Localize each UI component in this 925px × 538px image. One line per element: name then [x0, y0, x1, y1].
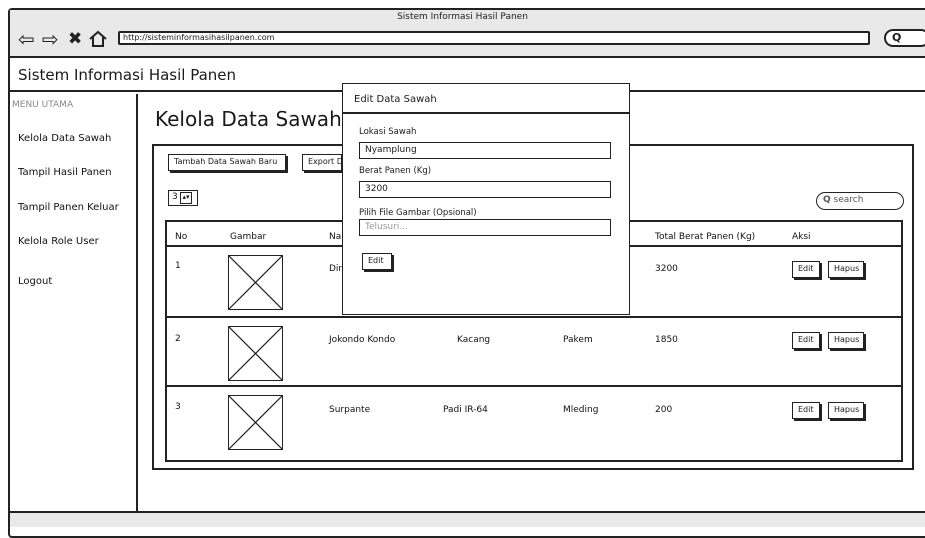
row2-lokasi: Pakem [563, 335, 593, 345]
delete-button[interactable]: Hapus [828, 261, 864, 278]
edit-sawah-modal [342, 83, 630, 315]
row2-jenis: Kacang [457, 335, 491, 345]
forward-arrow-icon[interactable]: ⇨ [42, 29, 59, 49]
row3-jenis: Padi IR-64 [443, 405, 488, 415]
delete-button[interactable]: Hapus [828, 402, 864, 419]
lokasi-label: Lokasi Sawah [359, 127, 417, 137]
row3-lokasi: Mleding [563, 405, 599, 415]
add-sawah-button[interactable]: Tambah Data Sawah Baru [168, 154, 286, 171]
sidebar [10, 94, 138, 511]
image-placeholder-icon [228, 255, 283, 310]
close-icon[interactable]: ✖ [68, 30, 82, 48]
search-icon: Q [823, 195, 831, 205]
row3-nama: Surpante [329, 405, 371, 415]
search-placeholder: search [833, 195, 864, 205]
modal-title: Edit Data Sawah [354, 94, 437, 105]
lokasi-field[interactable]: Nyamplung [359, 142, 611, 159]
row3-no: 3 [175, 402, 181, 412]
berat-field[interactable]: 3200 [359, 181, 611, 198]
image-placeholder-icon [228, 326, 283, 381]
row-divider [165, 316, 903, 318]
sidebar-item-tampil-hasil-panen[interactable]: Tampil Hasil Panen [18, 167, 112, 178]
export-button[interactable]: Export D [302, 154, 342, 171]
row1-total: 3200 [655, 264, 678, 274]
row2-total: 1850 [655, 335, 678, 345]
back-arrow-icon[interactable]: ⇦ [18, 29, 35, 49]
home-icon[interactable] [88, 30, 108, 50]
header-aksi: Aksi [792, 232, 811, 242]
edit-button[interactable]: Edit [792, 261, 820, 278]
browser-search-icon[interactable]: Q [884, 29, 925, 47]
spinner-icon[interactable]: ▴▾ [180, 192, 192, 204]
sidebar-item-logout[interactable]: Logout [18, 276, 52, 287]
sidebar-item-kelola-role-user[interactable]: Kelola Role User [18, 236, 99, 247]
file-label: Pilih File Gambar (Opsional) [359, 208, 477, 218]
row-divider [165, 385, 903, 387]
edit-button[interactable]: Edit [792, 332, 820, 349]
delete-button[interactable]: Hapus [828, 332, 864, 349]
app-title: Sistem Informasi Hasil Panen [18, 66, 237, 84]
edit-button[interactable]: Edit [792, 402, 820, 419]
row2-nama: Jokondo Kondo [329, 335, 396, 345]
row1-no: 1 [175, 261, 181, 271]
header-gambar: Gambar [230, 232, 267, 242]
header-total-berat: Total Berat Panen (Kg) [655, 232, 756, 242]
image-placeholder-icon [228, 395, 283, 450]
row2-no: 2 [175, 334, 181, 344]
modal-submit-button[interactable]: Edit [362, 253, 392, 270]
sidebar-item-tampil-panen-keluar[interactable]: Tampil Panen Keluar [18, 202, 119, 213]
header-no: No [175, 232, 188, 242]
berat-label: Berat Panen (Kg) [359, 166, 432, 176]
page-title: Kelola Data Sawah [155, 107, 342, 131]
header-nama: Na [329, 232, 342, 242]
window-title: Sistem Informasi Hasil Panen [397, 12, 528, 22]
row3-total: 200 [655, 405, 673, 415]
table-search-input[interactable]: Q search [816, 192, 904, 210]
url-bar[interactable]: http://sisteminformasihasilpanen.com [118, 31, 870, 45]
file-input[interactable]: Telusuri... [359, 219, 611, 236]
modal-header-divider [342, 112, 630, 114]
sidebar-item-kelola-data-sawah[interactable]: Kelola Data Sawah [18, 133, 111, 144]
menu-heading: MENU UTAMA [12, 100, 74, 110]
row1-nama: Dir [329, 264, 343, 274]
